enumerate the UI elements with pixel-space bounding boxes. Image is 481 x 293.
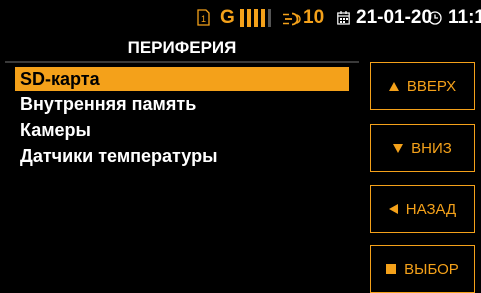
triangle-left-icon	[388, 204, 398, 214]
menu-list: SD-карта Внутренняя память Камеры Датчик…	[5, 61, 359, 291]
back-button-label: НАЗАД	[405, 200, 457, 218]
down-button[interactable]: ВНИЗ	[370, 124, 475, 172]
back-button[interactable]: НАЗАД	[370, 185, 475, 233]
menu-item-internal-memory[interactable]: Внутренняя память	[15, 92, 349, 116]
select-button[interactable]: ВЫБОР	[370, 245, 475, 293]
up-button[interactable]: ВВЕРХ	[370, 62, 475, 110]
clock-icon	[428, 11, 442, 25]
time-display: 11:18	[448, 7, 481, 28]
triangle-up-icon	[388, 81, 399, 91]
down-button-label: ВНИЗ	[411, 139, 452, 157]
page-title: ПЕРИФЕРИЯ	[127, 38, 237, 57]
wifi-count: 10	[303, 7, 325, 28]
signal-bars-icon	[240, 9, 271, 27]
square-icon	[386, 264, 397, 274]
network-type: G	[220, 7, 235, 28]
wifi-icon	[283, 12, 301, 26]
status-bar: 1 G 10 21-01-20 11:18	[0, 0, 481, 35]
calendar-icon	[337, 11, 350, 25]
sim-card-icon: 1	[197, 9, 210, 26]
menu-item-temperature-sensors[interactable]: Датчики температуры	[15, 144, 349, 168]
menu-item-cameras[interactable]: Камеры	[15, 118, 349, 142]
select-button-label: ВЫБОР	[404, 260, 459, 278]
sim-slot-number: 1	[201, 14, 206, 24]
up-button-label: ВВЕРХ	[406, 77, 457, 95]
menu-item-sd-card[interactable]: SD-карта	[15, 67, 349, 91]
triangle-down-icon	[393, 143, 404, 153]
date-display: 21-01-20	[356, 7, 433, 28]
